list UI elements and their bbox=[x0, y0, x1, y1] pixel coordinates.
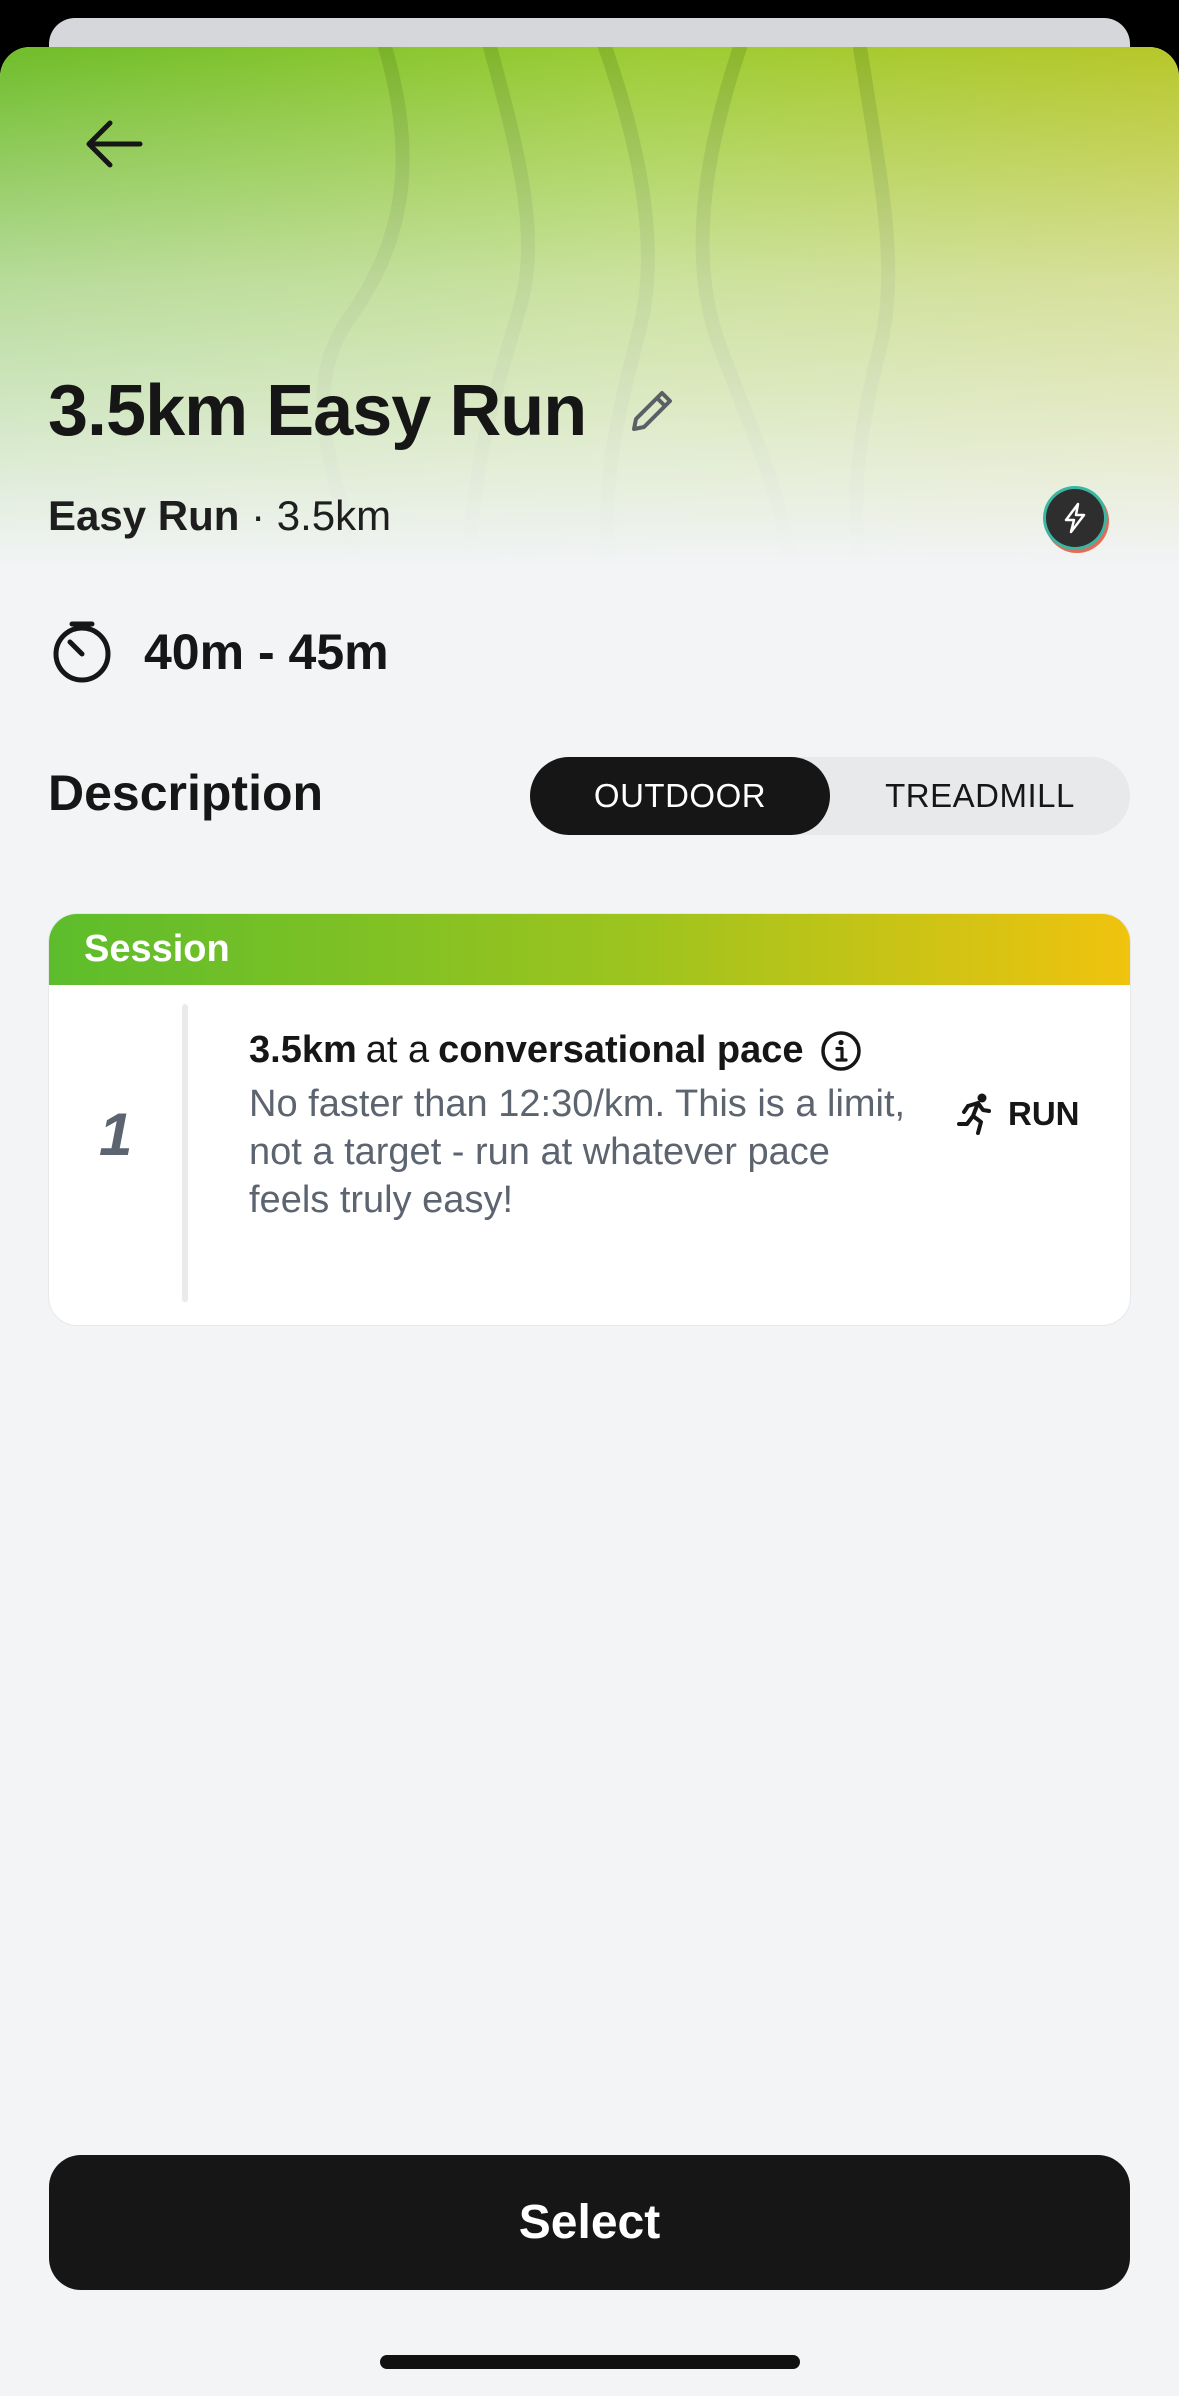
separator: · bbox=[251, 492, 266, 539]
hero-fade bbox=[0, 47, 1179, 567]
session-card: Session 1 3.5km at a conversational pace… bbox=[49, 914, 1130, 1325]
step-headline: 3.5km at a conversational pace bbox=[249, 1029, 909, 1072]
workout-detail-sheet: 3.5km Easy Run Easy Run · 3.5km 40m - 45… bbox=[0, 47, 1179, 2396]
toggle-treadmill[interactable]: TREADMILL bbox=[830, 757, 1130, 835]
home-indicator bbox=[380, 2355, 800, 2369]
workout-type: Easy Run bbox=[48, 492, 240, 539]
stopwatch-icon bbox=[53, 621, 111, 683]
session-header: Session bbox=[49, 914, 1130, 985]
description-label: Description bbox=[48, 765, 324, 821]
back-button[interactable] bbox=[70, 100, 158, 188]
select-button[interactable]: Select bbox=[49, 2155, 1130, 2290]
activity-label: RUN bbox=[1008, 1095, 1080, 1132]
workout-title: 3.5km Easy Run bbox=[48, 371, 587, 451]
lightning-bolt-icon bbox=[1064, 502, 1086, 534]
workout-distance: 3.5km bbox=[276, 492, 392, 539]
step-connector: at a bbox=[365, 1029, 430, 1071]
step-detail: No faster than 12:30/km. This is a limit… bbox=[249, 1083, 906, 1221]
workout-subtitle: Easy Run · 3.5km bbox=[48, 492, 391, 540]
duration-row: 40m - 45m bbox=[50, 620, 389, 684]
arrow-left-icon bbox=[86, 120, 143, 168]
step-distance: 3.5km bbox=[249, 1029, 357, 1071]
edit-title-button[interactable] bbox=[622, 381, 682, 441]
activity-tag: RUN bbox=[954, 1092, 1080, 1136]
environment-toggle: OUTDOOR TREADMILL bbox=[530, 757, 1130, 835]
session-heading: Session bbox=[84, 928, 230, 970]
step-divider bbox=[182, 1004, 188, 1302]
toggle-outdoor[interactable]: OUTDOOR bbox=[530, 757, 830, 835]
info-circle-icon bbox=[820, 1030, 861, 1071]
intensity-badge[interactable] bbox=[1046, 489, 1104, 547]
step-pace-label: conversational pace bbox=[438, 1029, 804, 1071]
running-person-icon bbox=[957, 1093, 991, 1135]
step-number: 1 bbox=[99, 1101, 133, 1168]
pencil-icon bbox=[632, 391, 673, 431]
duration-range: 40m - 45m bbox=[144, 624, 389, 680]
step-content: 3.5km at a conversational pace No faster… bbox=[249, 1029, 909, 1224]
hero-banner bbox=[0, 47, 1179, 567]
pace-info-button[interactable] bbox=[820, 1030, 862, 1072]
title-row: 3.5km Easy Run bbox=[48, 370, 682, 452]
